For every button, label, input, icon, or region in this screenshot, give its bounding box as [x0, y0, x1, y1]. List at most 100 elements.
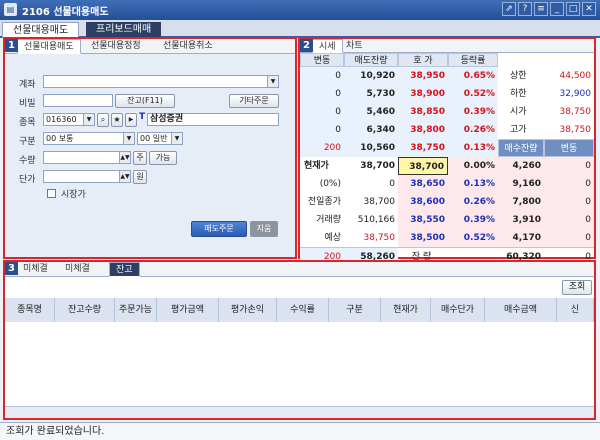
password-input[interactable]: [43, 94, 113, 107]
close-icon[interactable]: ✕: [582, 2, 596, 16]
tab-unfilled[interactable]: 미체결: [17, 262, 54, 277]
tab-chart[interactable]: 차트: [340, 39, 369, 53]
price-input[interactable]: ▲▼: [43, 170, 131, 183]
qty-label: 수량: [19, 156, 36, 166]
ask-rate: 0.52%: [448, 85, 498, 103]
arrow-icon[interactable]: ▶: [125, 113, 137, 127]
column-header[interactable]: 평가금액: [157, 298, 219, 322]
ask-price[interactable]: 38,850: [398, 103, 448, 121]
column-header[interactable]: 현재가: [381, 298, 431, 322]
column-header[interactable]: 매수단가: [431, 298, 485, 322]
info-value: 510,166: [357, 215, 395, 225]
tab-freeboard[interactable]: 프리보드매매: [86, 22, 162, 38]
ask-price[interactable]: 38,900: [398, 85, 448, 103]
stepper-icon[interactable]: ▲▼: [119, 171, 130, 182]
reset-button[interactable]: 지움: [250, 221, 278, 237]
ask-qty: 10,560: [344, 139, 398, 157]
bid-rate: 0.26%: [448, 193, 498, 211]
tab-quote[interactable]: 시세: [312, 39, 343, 53]
dropdown-icon[interactable]: ▼: [171, 133, 182, 144]
search-icon[interactable]: ⌕: [97, 113, 109, 127]
ask-price[interactable]: 38,800: [398, 121, 448, 139]
ask-rate: 0.65%: [448, 67, 498, 85]
bid-qty-header: 매수잔량: [498, 139, 544, 157]
order-type-select[interactable]: 00 보통 ▼: [43, 132, 135, 145]
column-header[interactable]: 신: [557, 298, 594, 322]
app-icon: ▤: [4, 3, 17, 16]
price-header: 호 가: [398, 53, 448, 67]
order-tabs: 선물대용매도 선물대용정정 선물대용취소: [5, 39, 295, 54]
bid-price[interactable]: 38,600: [398, 193, 448, 211]
column-header[interactable]: 수익률: [277, 298, 329, 322]
symbol-code-input[interactable]: 016360 ▼: [43, 113, 95, 126]
condition-select[interactable]: 00 일반 ▼: [137, 132, 183, 145]
bid-change: 0: [544, 175, 594, 193]
info-value: 38,750: [559, 125, 592, 135]
ask-price[interactable]: 38,750: [398, 139, 448, 157]
column-header[interactable]: 잔고수량: [55, 298, 115, 322]
market-checkbox[interactable]: [47, 189, 56, 198]
order-type-value: 00 보통: [46, 134, 74, 143]
tab-cancel[interactable]: 선물대용취소: [157, 39, 219, 54]
tab-futures-sell[interactable]: 선물대용매도: [2, 22, 80, 38]
condition-value: 00 일반: [140, 134, 168, 143]
bid-row: (0%) 0 38,650 0.13% 9,160 0: [300, 175, 594, 193]
dropdown-icon[interactable]: ▼: [123, 133, 134, 144]
menu-icon[interactable]: ≡: [534, 2, 548, 16]
column-header[interactable]: 구분: [329, 298, 381, 322]
ask-rate: 0.13%: [448, 139, 498, 157]
stepper-icon[interactable]: ▲▼: [119, 152, 130, 163]
info-key: 상한: [510, 71, 527, 81]
ask-rate: 0.26%: [448, 121, 498, 139]
link-icon[interactable]: ⇗: [502, 2, 516, 16]
horizontal-scrollbar[interactable]: [5, 406, 594, 418]
column-header[interactable]: 매수금액: [485, 298, 557, 322]
info-key: 시가: [510, 107, 527, 117]
window-title: 2106 선물대용매도: [22, 6, 109, 18]
column-header[interactable]: 평가손익: [219, 298, 277, 322]
column-header[interactable]: 종목명: [5, 298, 55, 322]
ask-price[interactable]: 38,950: [398, 67, 448, 85]
quote-panel: 시세 차트 2 변동 매도잔량 호 가 등락률 0 10,920 38,950 0.65% 상한…: [298, 37, 596, 266]
maximize-icon[interactable]: □: [566, 2, 580, 16]
column-header[interactable]: 주문가능: [115, 298, 157, 322]
panel-number-1: 1: [5, 39, 18, 52]
sell-order-button[interactable]: 매도주문: [191, 221, 247, 237]
balance-button[interactable]: 잔고(F11): [115, 94, 175, 108]
ask-change: 0: [300, 103, 344, 121]
bid-price[interactable]: 38,650: [398, 175, 448, 193]
query-button[interactable]: 조회: [562, 280, 592, 295]
other-order-button[interactable]: 기타주문: [229, 94, 279, 108]
tab-modify[interactable]: 선물대용정정: [85, 39, 147, 54]
bid-change: 0: [544, 211, 594, 229]
bid-row: 현재가 38,700 38,700 0.00% 4,260 0: [300, 157, 594, 175]
star-icon[interactable]: ★: [111, 113, 123, 127]
price-label: 단가: [19, 175, 36, 185]
bid-row: 전일종가 38,700 38,600 0.26% 7,800 0: [300, 193, 594, 211]
account-select[interactable]: ▼: [43, 75, 279, 88]
minimize-icon[interactable]: _: [550, 2, 564, 16]
dropdown-icon[interactable]: ▼: [83, 114, 94, 125]
tab-unfilled-2[interactable]: 미체결: [59, 262, 96, 277]
bid-qty: 4,170: [498, 229, 544, 247]
order-panel: 선물대용매도 선물대용정정 선물대용취소 1 계좌 ▼ 비밀 잔고(F11) 기…: [3, 37, 297, 259]
tab-balance[interactable]: 잔고: [109, 262, 140, 277]
qty-input[interactable]: ▲▼: [43, 151, 131, 164]
bid-price[interactable]: 38,550: [398, 211, 448, 229]
symbol-label: 종목: [19, 118, 36, 128]
bid-price[interactable]: 38,700: [398, 157, 448, 175]
info-value: 0: [389, 179, 395, 189]
ask-change: 0: [300, 67, 344, 85]
bid-price[interactable]: 38,500: [398, 229, 448, 247]
bid-rate: 0.00%: [448, 157, 498, 175]
title-bar: ▤ 2106 선물대용매도 ⇗ ? ≡ _ □ ✕: [0, 0, 600, 20]
rate-header: 등락률: [448, 53, 498, 67]
possible-qty-button[interactable]: 가능: [149, 151, 177, 165]
info-value: 38,700: [360, 161, 395, 171]
tab-sell[interactable]: 선물대용매도: [17, 39, 81, 54]
ask-change: 200: [300, 139, 344, 157]
dropdown-icon[interactable]: ▼: [267, 76, 278, 87]
bid-chg-header: 변동: [544, 139, 594, 157]
bid-rate: 0.52%: [448, 229, 498, 247]
help-icon[interactable]: ?: [518, 2, 532, 16]
